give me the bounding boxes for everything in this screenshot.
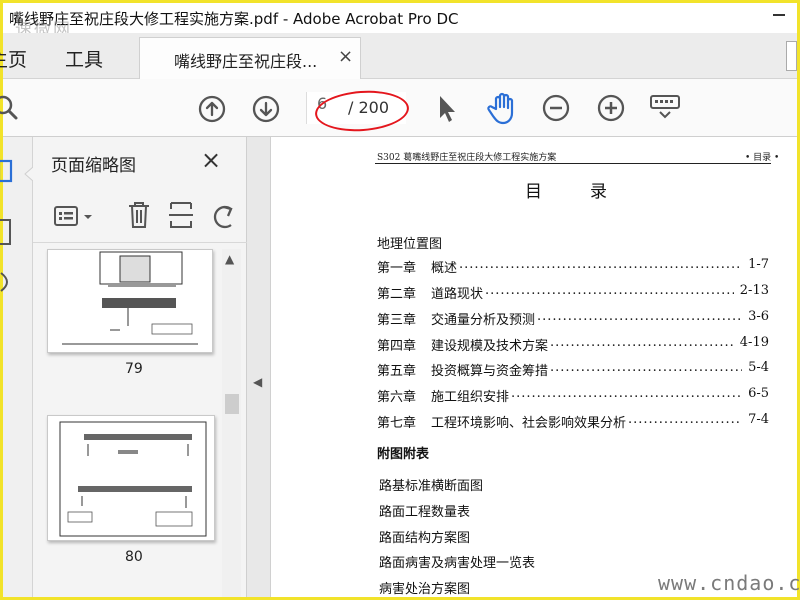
tab-bar: 主页 工具 嘴线野庄至祝庄段... × [0, 33, 797, 80]
page-thumbnails-panel: 页面缩略图 × 79 80 ▲ [33, 137, 247, 597]
options-menu-icon[interactable] [53, 203, 97, 231]
toc-leader-dots: ........................................… [485, 283, 734, 298]
tab-document-label: 嘴线野庄至祝庄段... [174, 52, 318, 71]
appendix-item[interactable]: 路面工程数量表 [379, 501, 470, 520]
panel-title: 页面缩略图 [51, 156, 136, 176]
panel-toolbar [33, 195, 247, 243]
location-map-entry: 地理位置图 [377, 237, 443, 252]
toc-page-number: 1-7 [748, 257, 769, 272]
appendix-item[interactable]: 路面结构方案图 [379, 527, 470, 546]
thumbnail-label: 80 [125, 549, 143, 565]
tab-document[interactable]: 嘴线野庄至祝庄段... × [139, 37, 361, 80]
toc-entry[interactable]: 第七章 工程环境影响、社会影响效果分析......................… [377, 412, 769, 431]
toc-entry[interactable]: 第二章 道路现状.................................… [377, 283, 769, 302]
collapse-panel-icon[interactable]: ◀ [253, 375, 262, 389]
appendix-item[interactable]: 病害处治方案图 [379, 578, 470, 597]
toc-chapter-number: 第三章 [377, 313, 417, 328]
extract-page-icon[interactable] [167, 199, 195, 231]
toc-chapter-number: 第二章 [377, 287, 417, 302]
minimize-button[interactable] [773, 14, 785, 16]
toc-leader-dots: ........................................… [459, 257, 742, 272]
toc-entry[interactable]: 第五章 投资概算与资金筹措............................… [377, 360, 769, 379]
appendix-title: 附图附表 [377, 447, 430, 462]
thumbnail-label: 79 [125, 361, 143, 377]
close-tab-button[interactable]: × [338, 46, 353, 67]
thumbnail-79-drawing-icon [62, 251, 198, 345]
page-header-left: S302 葛嘴线野庄至祝庄段大修工程实施方案 [377, 153, 557, 163]
toc-entry[interactable]: 第四章 建设规模及技术方案............................… [377, 335, 769, 354]
toc-page-number: 4-19 [739, 335, 769, 350]
toc-chapter-name: 概述 [431, 261, 458, 276]
toc-chapter-number: 第五章 [377, 364, 417, 379]
zoom-out-icon[interactable] [542, 94, 570, 122]
tab-home[interactable]: 主页 [0, 45, 27, 72]
toc-chapter-number: 第六章 [377, 390, 417, 405]
bookmarks-icon[interactable] [0, 217, 17, 247]
toc-chapter-number: 第四章 [377, 339, 417, 354]
scroll-up-icon[interactable]: ▲ [225, 252, 234, 266]
toc-leader-dots: ........................................… [550, 360, 742, 375]
left-tool-strip [0, 137, 33, 597]
toc-page-number: 5-4 [748, 360, 769, 375]
toc-title: 目录 [525, 182, 655, 202]
next-page-icon[interactable] [252, 95, 280, 123]
title-bar: 嘴线野庄至祝庄段大修工程实施方案.pdf - Adobe Acrobat Pro… [3, 3, 797, 40]
rotate-page-icon[interactable] [209, 201, 237, 231]
previous-page-icon[interactable] [198, 95, 226, 123]
tab-scroll-button[interactable] [786, 41, 797, 71]
appendix-item[interactable]: 路面病害及病害处理一览表 [379, 552, 535, 571]
thumbnail-80-drawing-icon [59, 421, 207, 537]
thumbnail-scrollbar[interactable]: ▲ [222, 249, 241, 597]
toc-entry[interactable]: 第六章 施工组织安排...............................… [377, 386, 769, 405]
toc-leader-dots: ........................................… [537, 309, 742, 324]
toc-page-number: 6-5 [748, 386, 769, 401]
toc-page-number: 2-13 [739, 283, 769, 298]
toc-leader-dots: ........................................… [550, 335, 734, 350]
window-title: 嘴线野庄至祝庄段大修工程实施方案.pdf - Adobe Acrobat Pro… [9, 10, 459, 28]
delete-page-icon[interactable] [125, 199, 153, 231]
tab-tools[interactable]: 工具 [65, 45, 103, 72]
select-arrow-icon[interactable] [436, 94, 458, 124]
attachments-icon[interactable] [0, 269, 17, 295]
site-watermark: www.cndao.com [658, 571, 800, 595]
toc-chapter-name: 交通量分析及预测 [431, 313, 536, 328]
toc-chapter-name: 道路现状 [431, 287, 484, 302]
panel-collapse-strip[interactable]: ◀ [247, 137, 271, 597]
scrollbar-thumb[interactable] [225, 394, 239, 414]
toc-chapter-number: 第一章 [377, 261, 417, 276]
document-page: S302 葛嘴线野庄至祝庄段大修工程实施方案 • 目录 • 目录 地理位置图 第… [271, 137, 797, 597]
close-panel-button[interactable]: × [201, 146, 221, 174]
toc-leader-dots: ........................................… [628, 412, 742, 427]
toc-page-number: 3-6 [748, 309, 769, 324]
zoom-in-icon[interactable] [597, 94, 625, 122]
page-header-right: • 目录 • [745, 153, 780, 163]
toc-chapter-name: 投资概算与资金筹措 [431, 364, 549, 379]
toc-entry[interactable]: 第一章 概述...................................… [377, 257, 769, 276]
thumbnail-page-80[interactable] [47, 415, 215, 541]
keyboard-icon[interactable] [649, 93, 681, 121]
panel-pointer-icon [24, 167, 33, 181]
toc-chapter-number: 第七章 [377, 416, 417, 431]
toc-chapter-name: 建设规模及技术方案 [431, 339, 549, 354]
page-thumbnails-icon[interactable] [0, 157, 17, 185]
zoom-search-icon[interactable] [0, 93, 21, 123]
toc-entry[interactable]: 第三章 交通量分析及预测.............................… [377, 309, 769, 328]
appendix-item[interactable]: 路基标准横断面图 [379, 475, 483, 494]
toc-chapter-name: 施工组织安排 [431, 390, 510, 405]
thumbnail-page-79[interactable] [47, 249, 213, 353]
toc-page-number: 7-4 [748, 412, 769, 427]
hand-tool-icon[interactable] [487, 91, 519, 125]
toc-leader-dots: ........................................… [511, 386, 742, 401]
header-rule [375, 163, 771, 164]
toc-chapter-name: 工程环境影响、社会影响效果分析 [431, 416, 627, 431]
